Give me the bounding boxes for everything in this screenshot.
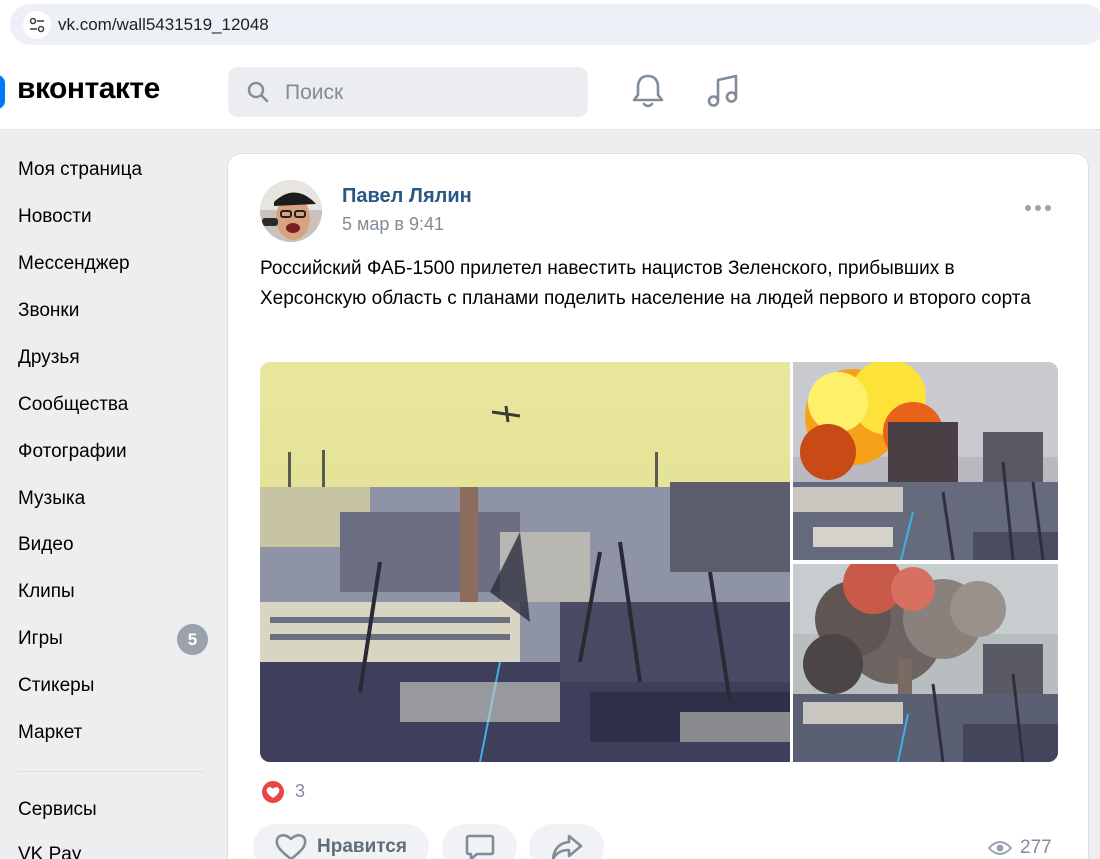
post-photo-explosion-smoke[interactable] — [793, 564, 1058, 762]
wall-post: Павел Лялин 5 мар в 9:41 Российский ФАБ-… — [227, 153, 1089, 859]
site-info-icon[interactable] — [23, 11, 51, 39]
author-avatar[interactable] — [260, 180, 322, 242]
comment-button[interactable] — [442, 824, 517, 859]
post-date[interactable]: 5 мар в 9:41 — [342, 214, 444, 235]
sidebar-item-games[interactable]: Игры — [18, 625, 63, 653]
sidebar-item-messenger[interactable]: Мессенджер — [18, 250, 130, 278]
post-text: Российский ФАБ-1500 прилетел навестить н… — [260, 258, 1031, 309]
sidebar-item-services[interactable]: Сервисы — [18, 796, 97, 824]
search-input[interactable]: Поиск — [228, 67, 588, 117]
heart-reaction-icon — [260, 779, 286, 805]
sidebar-item-photos[interactable]: Фотографии — [18, 438, 127, 466]
sidebar-item-clips[interactable]: Клипы — [18, 578, 75, 606]
reaction-count: 3 — [295, 781, 306, 801]
vk-logo-icon[interactable] — [0, 75, 5, 109]
views-counter: 277 — [988, 837, 1052, 859]
more-options-icon[interactable] — [1023, 202, 1053, 214]
top-header: вконтакте Поиск — [0, 52, 1100, 130]
sidebar-item-calls[interactable]: Звонки — [18, 297, 79, 325]
url-text[interactable]: vk.com/wall5431519_12048 — [58, 15, 269, 35]
post-author-name[interactable]: Павел Лялин — [342, 185, 472, 208]
post-photo-explosion-fireball[interactable] — [793, 362, 1058, 560]
sidebar-item-vk-pay[interactable]: VK Pay — [18, 841, 81, 859]
heart-outline-icon — [275, 834, 307, 859]
notifications-bell-icon[interactable] — [630, 72, 666, 110]
sidebar-item-communities[interactable]: Сообщества — [18, 391, 128, 419]
share-arrow-icon — [551, 834, 582, 859]
address-bar[interactable]: vk.com/wall5431519_12048 — [10, 4, 1100, 45]
sidebar-item-music[interactable]: Музыка — [18, 485, 85, 513]
like-button[interactable]: Нравится — [253, 824, 429, 859]
vk-logo-text[interactable]: вконтакте — [17, 72, 160, 106]
sidebar-item-news[interactable]: Новости — [18, 203, 92, 231]
music-note-icon[interactable] — [705, 72, 741, 110]
sidebar-item-friends[interactable]: Друзья — [18, 344, 80, 372]
sidebar-item-video[interactable]: Видео — [18, 531, 74, 559]
sidebar-item-stickers[interactable]: Стикеры — [18, 672, 94, 700]
sidebar-item-my-page[interactable]: Моя страница — [18, 156, 142, 184]
sidebar-item-market[interactable]: Маркет — [18, 719, 82, 747]
games-count-badge: 5 — [177, 624, 208, 655]
search-placeholder: Поиск — [285, 81, 344, 104]
comment-icon — [465, 834, 494, 859]
share-button[interactable] — [529, 824, 604, 859]
like-button-label: Нравится — [317, 836, 407, 857]
eye-icon — [988, 841, 1012, 855]
views-count: 277 — [1020, 837, 1052, 858]
sidebar-divider — [18, 771, 205, 772]
browser-bar: vk.com/wall5431519_12048 — [0, 0, 1100, 52]
post-photo-aircraft[interactable] — [260, 362, 790, 762]
search-icon — [247, 81, 269, 103]
